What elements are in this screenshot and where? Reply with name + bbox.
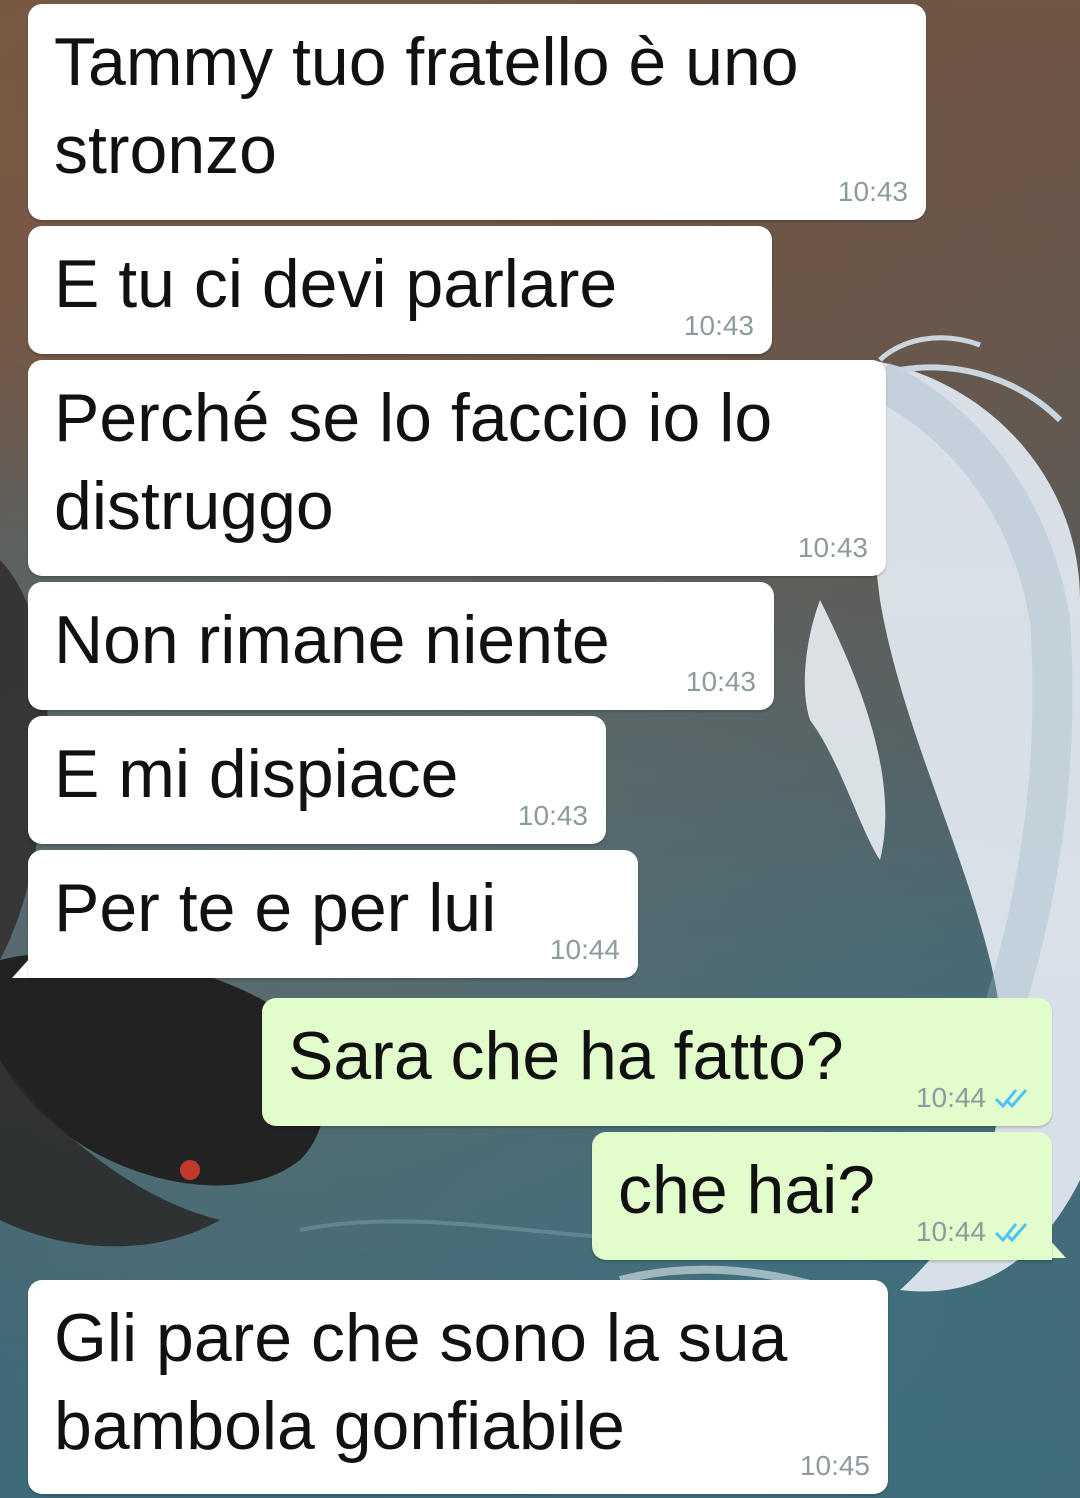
message-text: Non rimane niente — [54, 602, 610, 678]
message-timestamp: 10:43 — [837, 176, 908, 207]
message-text: Per te e per lui — [54, 870, 497, 946]
incoming-message-bubble[interactable]: Per te e per lui 10:44 — [28, 850, 638, 978]
message-timestamp: 10:44 — [916, 1216, 1034, 1248]
message-timestamp: 10:43 — [683, 310, 754, 341]
message-timestamp: 10:44 — [549, 934, 620, 965]
message-timestamp: 10:43 — [517, 800, 588, 831]
message-text: E tu ci devi parlare — [54, 246, 618, 322]
double-check-icon — [994, 1086, 1034, 1110]
message-timestamp: 10:43 — [685, 666, 756, 697]
message-list[interactable]: Tammy tuo fratello è uno stronzo 10:43 E… — [0, 0, 1080, 1498]
message-timestamp: 10:45 — [799, 1450, 870, 1481]
message-timestamp: 10:43 — [797, 532, 868, 563]
incoming-message-bubble[interactable]: Non rimane niente 10:43 — [28, 582, 774, 710]
message-text: Gli pare che sono la sua bambola gonfiab… — [54, 1300, 788, 1464]
message-timestamp: 10:44 — [916, 1082, 1034, 1114]
message-text: Perché se lo faccio io lo distruggo — [54, 380, 773, 544]
incoming-message-bubble[interactable]: E tu ci devi parlare 10:43 — [28, 226, 772, 354]
incoming-message-bubble[interactable]: Perché se lo faccio io lo distruggo 10:4… — [28, 360, 886, 576]
outgoing-message-bubble[interactable]: che hai? 10:44 — [592, 1132, 1052, 1260]
double-check-icon — [994, 1220, 1034, 1244]
incoming-message-bubble[interactable]: Gli pare che sono la sua bambola gonfiab… — [28, 1280, 888, 1494]
message-text: Tammy tuo fratello è uno stronzo — [54, 24, 799, 188]
incoming-message-bubble[interactable]: Tammy tuo fratello è uno stronzo 10:43 — [28, 4, 926, 220]
message-text: E mi dispiace — [54, 736, 459, 812]
outgoing-message-bubble[interactable]: Sara che ha fatto? 10:44 — [262, 998, 1052, 1126]
incoming-message-bubble[interactable]: E mi dispiace 10:43 — [28, 716, 606, 844]
message-text: Sara che ha fatto? — [288, 1018, 844, 1094]
